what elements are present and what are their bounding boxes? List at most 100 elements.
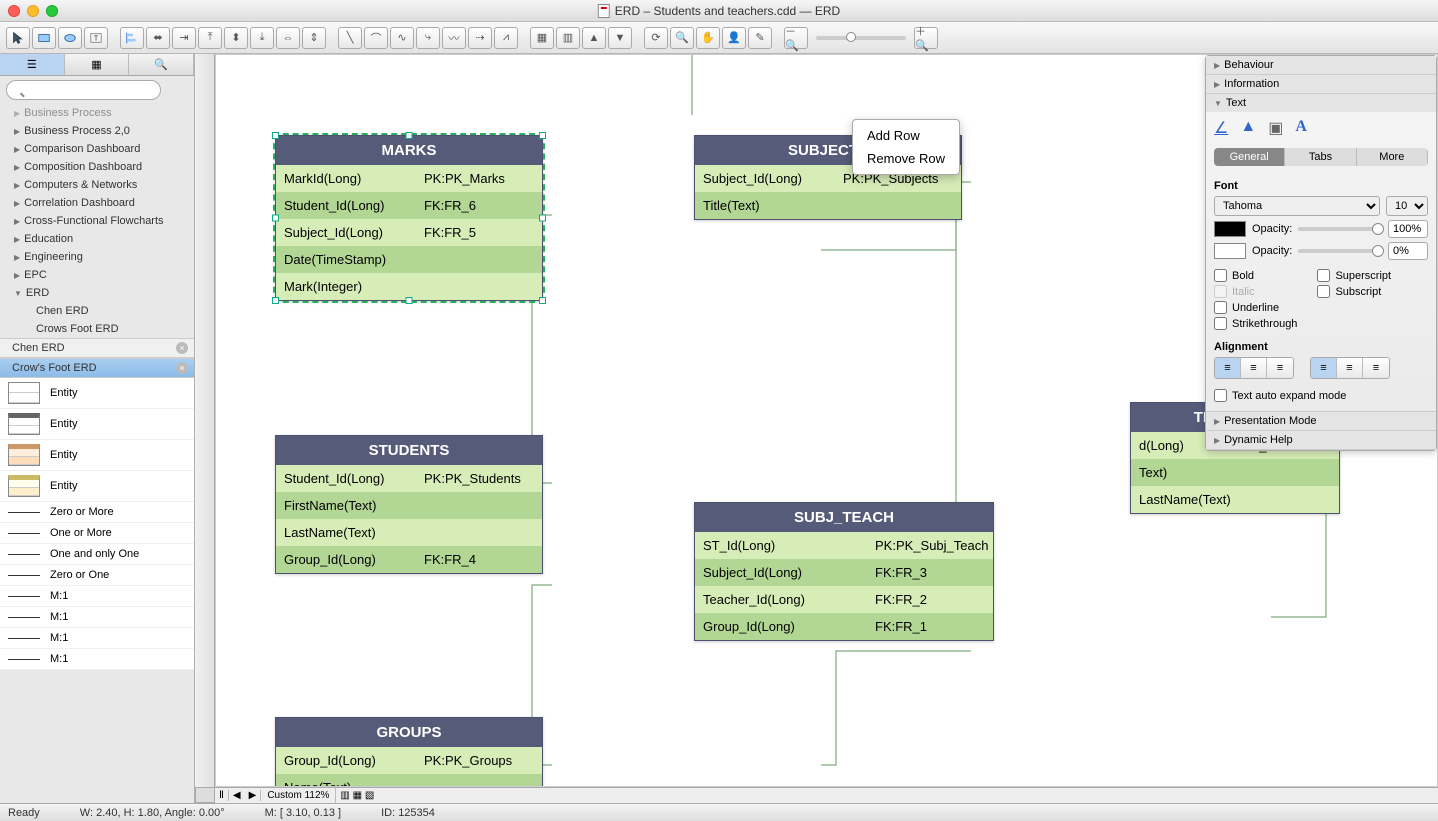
stencil-connector[interactable]: M:1 (0, 628, 194, 649)
props-tab-more[interactable]: More (1357, 148, 1428, 166)
stencil-connector[interactable]: One and only One (0, 544, 194, 565)
align-left-tool[interactable] (120, 27, 144, 49)
erd-row[interactable]: Subject_Id(Long)FK:FR_5 (276, 219, 542, 246)
align-right-button[interactable]: ≡ (1267, 358, 1293, 378)
font-size-select[interactable]: 10 (1386, 196, 1428, 216)
bg-opacity-slider[interactable] (1298, 249, 1382, 253)
text-opacity-input[interactable] (1388, 220, 1428, 238)
valign-bottom-button[interactable]: ≡ (1363, 358, 1389, 378)
text-color-swatch[interactable] (1214, 221, 1246, 237)
shadow-icon[interactable]: ▣ (1268, 118, 1283, 138)
italic-checkbox[interactable] (1214, 285, 1227, 298)
selection-handle[interactable] (406, 297, 413, 304)
props-help-header[interactable]: Dynamic Help (1206, 431, 1436, 449)
sidebar-tab-grid[interactable]: ▦ (65, 54, 130, 75)
category-item[interactable]: Engineering (0, 248, 194, 266)
props-tab-general[interactable]: General (1214, 148, 1285, 166)
stencil-connector[interactable]: M:1 (0, 607, 194, 628)
valign-top-button[interactable]: ≡ (1311, 358, 1337, 378)
category-item-erd[interactable]: ERD (0, 284, 194, 302)
bg-color-swatch[interactable] (1214, 243, 1246, 259)
erd-row[interactable]: Group_Id(Long)FK:FR_4 (276, 546, 542, 573)
props-information-header[interactable]: Information (1206, 75, 1436, 93)
erd-row[interactable]: Name(Text) (276, 774, 542, 787)
stencil-entity[interactable]: Entity (0, 440, 194, 471)
close-icon[interactable]: × (176, 362, 188, 374)
category-item[interactable]: Education (0, 230, 194, 248)
bg-opacity-input[interactable] (1388, 242, 1428, 260)
erd-table-groups[interactable]: GROUPSGroup_Id(Long)PK:PK_GroupsName(Tex… (275, 717, 543, 787)
stencil-entity[interactable]: Entity (0, 409, 194, 440)
selection-handle[interactable] (406, 132, 413, 139)
erd-row[interactable]: Mark(Integer) (276, 273, 542, 300)
bezier-tool[interactable]: 〰 (442, 27, 466, 49)
erd-row[interactable]: Text) (1131, 459, 1339, 486)
valign-middle-button[interactable]: ≡ (1337, 358, 1363, 378)
category-child[interactable]: Chen ERD (0, 302, 194, 320)
erd-table-students[interactable]: STUDENTSStudent_Id(Long)PK:PK_StudentsFi… (275, 435, 543, 574)
category-item[interactable]: Comparison Dashboard (0, 140, 194, 158)
minimize-window-button[interactable] (27, 5, 39, 17)
zoom-readout[interactable]: Custom 112% (261, 788, 336, 803)
font-icon[interactable]: A (1295, 118, 1307, 138)
category-item[interactable]: EPC (0, 266, 194, 284)
props-tab-tabs[interactable]: Tabs (1285, 148, 1356, 166)
fill-style-icon[interactable]: ▲ (1240, 118, 1256, 138)
auto-expand-checkbox[interactable] (1214, 389, 1227, 402)
bold-checkbox[interactable] (1214, 269, 1227, 282)
stencil-connector[interactable]: M:1 (0, 586, 194, 607)
stencil-entity[interactable]: Entity (0, 378, 194, 409)
drawing-canvas[interactable]: MARKSMarkId(Long)PK:PK_MarksStudent_Id(L… (215, 54, 1438, 787)
subscript-checkbox[interactable] (1317, 285, 1330, 298)
rotate-tool[interactable]: ⟳ (644, 27, 668, 49)
align-bottom-tool[interactable]: ⤓ (250, 27, 274, 49)
align-middle-tool[interactable]: ⬍ (224, 27, 248, 49)
zoom-out-button[interactable]: －🔍 (784, 27, 808, 49)
erd-row[interactable]: LastName(Text) (276, 519, 542, 546)
selection-handle[interactable] (272, 132, 279, 139)
category-item[interactable]: Correlation Dashboard (0, 194, 194, 212)
category-item[interactable]: Cross-Functional Flowcharts (0, 212, 194, 230)
text-opacity-slider[interactable]: .slider::after{left:calc(100% - 10px);} (1298, 227, 1382, 231)
crop-tool[interactable]: ✎ (748, 27, 772, 49)
selection-handle[interactable] (272, 297, 279, 304)
category-item[interactable]: Composition Dashboard (0, 158, 194, 176)
pan-tool[interactable]: ✋ (696, 27, 720, 49)
erd-row[interactable]: Subject_Id(Long)FK:FR_3 (695, 559, 993, 586)
stencil-connector[interactable]: One or More (0, 523, 194, 544)
close-icon[interactable]: × (176, 342, 188, 354)
ungroup-tool[interactable]: ▥ (556, 27, 580, 49)
stencil-connector[interactable]: Zero or One (0, 565, 194, 586)
spline-tool[interactable]: ∿ (390, 27, 414, 49)
selection-handle[interactable] (539, 132, 546, 139)
align-left-button[interactable]: ≡ (1215, 358, 1241, 378)
stencil-entity[interactable]: Entity (0, 471, 194, 502)
category-item[interactable]: Business Process (0, 104, 194, 122)
ellipse-tool[interactable] (58, 27, 82, 49)
category-child[interactable]: Crows Foot ERD (0, 320, 194, 338)
align-center-button[interactable]: ≡ (1241, 358, 1267, 378)
erd-row[interactable]: ST_Id(Long)PK:PK_Subj_Teach (695, 532, 993, 559)
selection-handle[interactable] (539, 297, 546, 304)
category-item[interactable]: Computers & Networks (0, 176, 194, 194)
erd-row[interactable]: Date(TimeStamp) (276, 246, 542, 273)
underline-style-icon[interactable]: ∠ (1214, 118, 1228, 138)
close-window-button[interactable] (8, 5, 20, 17)
pointer-tool[interactable] (6, 27, 30, 49)
zoom-tool[interactable]: 🔍 (670, 27, 694, 49)
props-behaviour-header[interactable]: Behaviour (1206, 56, 1436, 74)
erd-row[interactable]: LastName(Text) (1131, 486, 1339, 513)
back-tool[interactable]: ▼ (608, 27, 632, 49)
erd-row[interactable]: Student_Id(Long)PK:PK_Students (276, 465, 542, 492)
props-presentation-header[interactable]: Presentation Mode (1206, 412, 1436, 430)
ctx-add-row[interactable]: Add Row (853, 124, 959, 147)
erd-row[interactable]: Student_Id(Long)FK:FR_6 (276, 192, 542, 219)
sidebar-tab-libraries[interactable]: ☰ (0, 54, 65, 75)
library-tab[interactable]: Chen ERD× (0, 338, 194, 358)
text-tool[interactable]: T (84, 27, 108, 49)
library-search-input[interactable] (6, 80, 161, 100)
eyedropper-tool[interactable]: 👤 (722, 27, 746, 49)
align-right-tool[interactable]: ⇥ (172, 27, 196, 49)
sidebar-tab-search[interactable]: 🔍 (129, 54, 194, 75)
library-tab-active[interactable]: Crow's Foot ERD× (0, 358, 194, 378)
